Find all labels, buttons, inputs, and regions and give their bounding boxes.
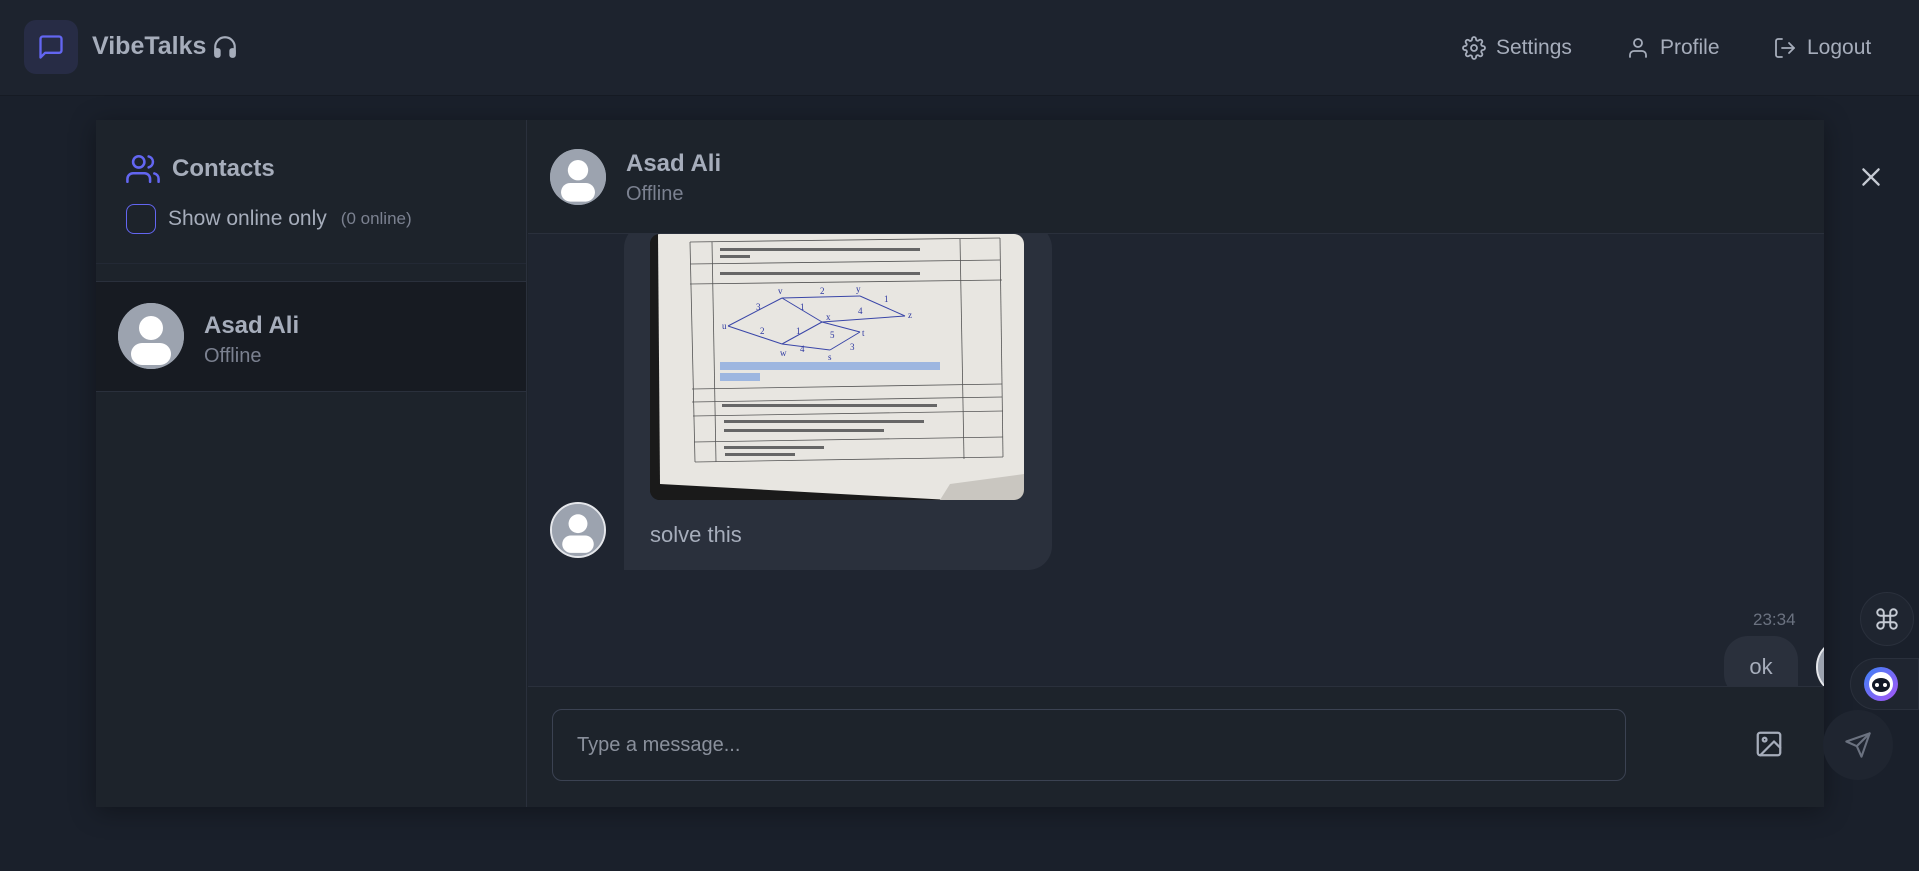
contact-name: Asad Ali [204, 312, 300, 339]
online-only-label[interactable]: Show online only [168, 207, 327, 231]
message-outgoing: ok [1724, 636, 1798, 686]
close-icon [1862, 168, 1880, 186]
send-button[interactable] [1823, 710, 1893, 780]
photo-of-assignment-sheet: u v y x z w s t 3 2 1 1 2 1 4 5 4 3 [650, 234, 1024, 500]
user-avatar-icon [118, 303, 184, 369]
logout-button[interactable]: Logout [1773, 30, 1871, 66]
logout-label: Logout [1807, 36, 1872, 59]
gear-icon [1462, 36, 1486, 60]
message-input[interactable] [552, 709, 1626, 781]
message-timestamp: 23:34 [1753, 610, 1796, 629]
svg-text:s: s [828, 352, 832, 362]
assistant-widget-button[interactable] [1850, 658, 1919, 710]
svg-text:3: 3 [850, 342, 855, 352]
contact-status: Offline [204, 345, 262, 367]
chat-panel: Asad Ali Offline u v y x z w s t 3 2 1 1… [528, 120, 1893, 807]
chat-bubble-icon [39, 35, 63, 59]
message-incoming: u v y x z w s t 3 2 1 1 2 1 4 5 4 3 solv… [624, 234, 1052, 570]
svg-text:y: y [856, 284, 861, 294]
user-avatar-icon [1818, 640, 1824, 686]
svg-text:v: v [778, 286, 783, 296]
users-icon [126, 154, 160, 184]
message-image-attachment[interactable]: u v y x z w s t 3 2 1 1 2 1 4 5 4 3 [650, 234, 1024, 500]
chat-header: Asad Ali Offline [528, 120, 1880, 234]
image-icon [1756, 731, 1782, 757]
divider [96, 263, 526, 264]
user-avatar-icon [550, 149, 606, 205]
app-brand[interactable]: VibeTalks [92, 32, 238, 61]
svg-text:w: w [780, 348, 787, 358]
chat-avatar [550, 149, 606, 205]
svg-text:4: 4 [800, 344, 805, 354]
svg-text:1: 1 [796, 326, 801, 336]
svg-text:2: 2 [820, 286, 825, 296]
svg-text:3: 3 [756, 302, 761, 312]
svg-text:1: 1 [800, 302, 805, 312]
messages-area[interactable]: u v y x z w s t 3 2 1 1 2 1 4 5 4 3 solv… [528, 234, 1824, 686]
contacts-title: Contacts [172, 155, 275, 182]
message-text: ok [1749, 654, 1773, 679]
assistant-bot-icon [1864, 667, 1898, 701]
svg-text:5: 5 [830, 330, 835, 340]
settings-button[interactable]: Settings [1462, 30, 1572, 66]
svg-text:1: 1 [884, 294, 889, 304]
settings-label: Settings [1496, 36, 1572, 59]
command-widget-button[interactable] [1860, 592, 1914, 646]
svg-text:4: 4 [858, 306, 863, 316]
svg-text:u: u [722, 321, 727, 331]
command-icon [1876, 608, 1898, 630]
svg-text:x: x [826, 312, 831, 322]
online-count: (0 online) [340, 209, 412, 228]
contacts-sidebar: Contacts Show online only (0 online) Asa… [96, 120, 527, 807]
svg-text:z: z [908, 310, 912, 320]
chat-contact-status: Offline [626, 183, 684, 205]
headphones-icon [214, 35, 237, 58]
close-chat-button[interactable] [1858, 164, 1884, 195]
logout-icon [1775, 38, 1795, 58]
online-filter: Show online only (0 online) [126, 204, 412, 234]
message-text: solve this [650, 522, 742, 547]
chat-container: Contacts Show online only (0 online) Asa… [96, 120, 1893, 807]
message-composer [528, 686, 1893, 807]
user-icon [1629, 38, 1647, 58]
user-avatar-icon [552, 504, 604, 556]
svg-text:2: 2 [760, 326, 765, 336]
top-navbar: VibeTalks Settings Profile Logout [0, 0, 1919, 96]
avatar [118, 303, 184, 369]
chat-contact-name: Asad Ali [626, 150, 722, 177]
contact-item[interactable]: Asad Ali Offline [96, 281, 526, 392]
send-icon [1845, 732, 1871, 758]
attach-image-button[interactable] [1754, 729, 1784, 764]
profile-button[interactable]: Profile [1626, 30, 1720, 66]
profile-label: Profile [1660, 36, 1720, 59]
app-logo[interactable] [24, 20, 78, 74]
own-avatar [1816, 638, 1824, 686]
sender-avatar [550, 502, 606, 558]
brand-name: VibeTalks [92, 32, 207, 60]
contacts-header: Contacts [126, 152, 275, 186]
online-only-checkbox[interactable] [126, 204, 156, 234]
